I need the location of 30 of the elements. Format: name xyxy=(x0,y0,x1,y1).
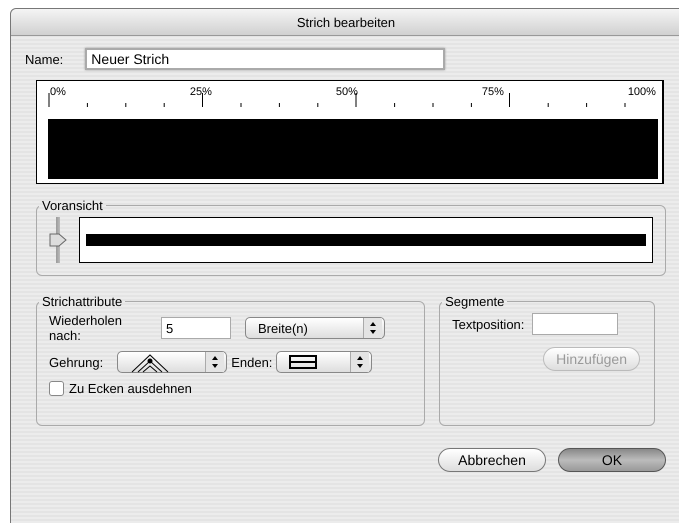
line-cap-icon xyxy=(289,355,318,369)
unit-dropdown[interactable]: Breite(n) xyxy=(245,317,385,339)
name-label: Name: xyxy=(25,52,64,66)
window-title: Strich bearbeiten xyxy=(296,14,396,30)
position-label: Textposition: xyxy=(452,316,524,332)
miter-dropdown[interactable] xyxy=(117,351,228,373)
ruler-label: 50% xyxy=(336,85,358,99)
repeat-field[interactable]: 5 xyxy=(161,317,231,339)
stepper-icon xyxy=(363,318,382,338)
ruler-label: 0% xyxy=(49,85,66,99)
stepper-icon xyxy=(205,352,224,372)
group-title: Segmente xyxy=(444,294,506,309)
repeat-label: Wiederholen nach: xyxy=(49,313,123,343)
checkbox-label: Zu Ecken ausdehnen xyxy=(69,381,192,396)
name-field[interactable]: Neuer Strich xyxy=(85,48,446,70)
stepper-icon xyxy=(350,352,370,372)
caps-dropdown[interactable] xyxy=(276,351,372,373)
ruler-label: 25% xyxy=(190,85,212,99)
checkbox[interactable] xyxy=(49,381,64,396)
ok-button[interactable]: OK xyxy=(558,448,666,472)
slider-thumb[interactable] xyxy=(49,232,67,248)
group-title: Voransicht xyxy=(41,198,104,213)
position-field[interactable] xyxy=(532,313,618,335)
caps-label: Enden: xyxy=(231,354,272,370)
stroke-editor[interactable]: 0% 25% 50% 75% 100% xyxy=(36,80,664,184)
ruler-label: 100% xyxy=(628,85,656,99)
group-title: Strichattribute xyxy=(41,294,124,309)
miter-label: Gehrung: xyxy=(49,354,104,370)
ruler-label: 75% xyxy=(482,85,504,99)
cancel-button[interactable]: Abbrechen xyxy=(438,448,546,472)
